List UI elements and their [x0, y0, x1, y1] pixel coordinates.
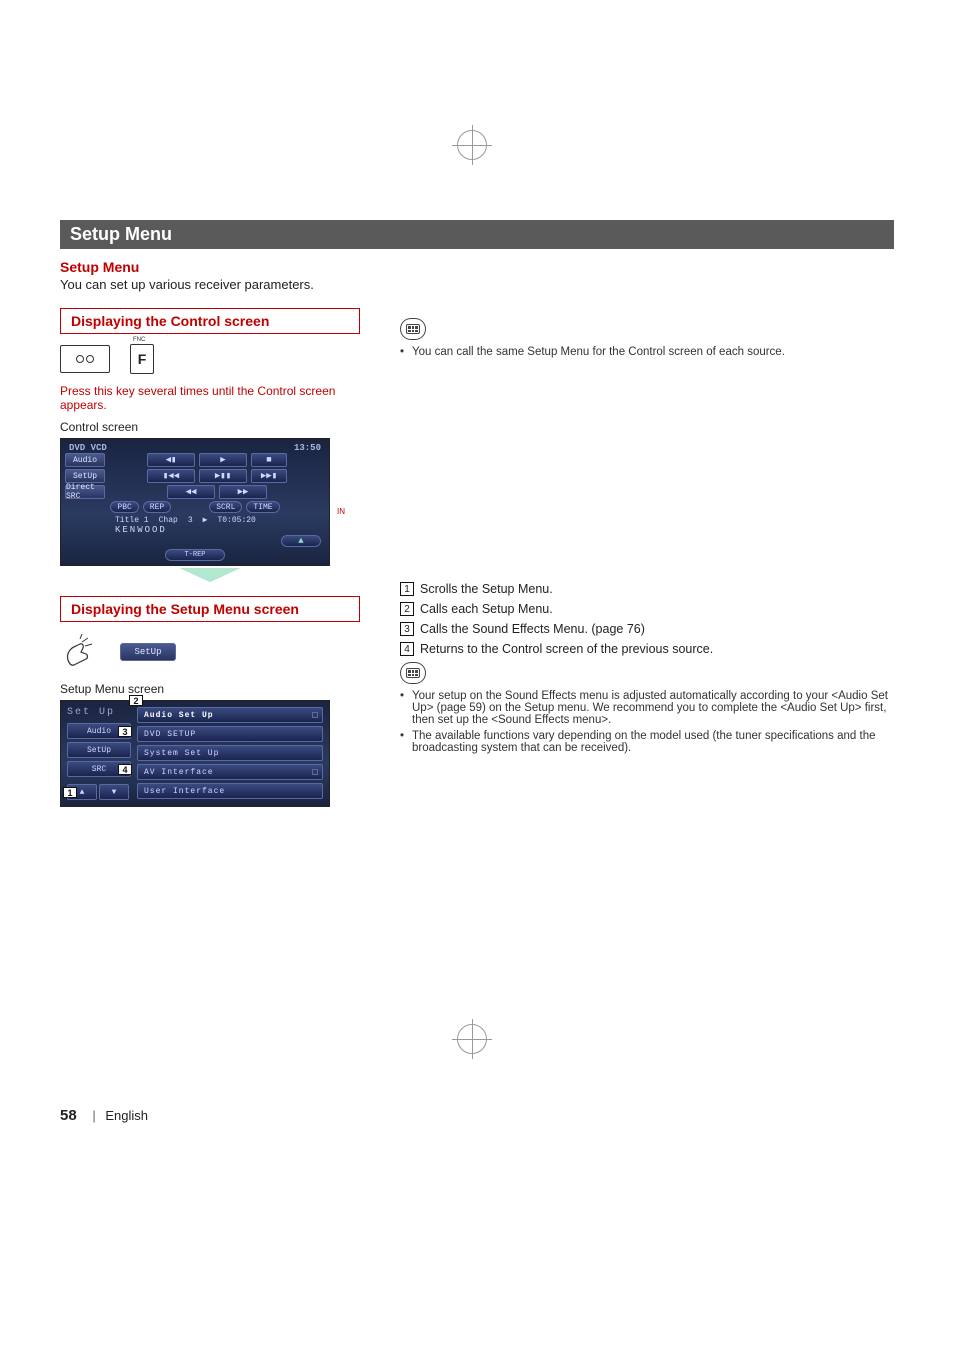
boxnum-1: 1 — [400, 582, 414, 596]
ctrl-stop[interactable]: ■ — [251, 453, 287, 467]
numtext-3: Calls the Sound Effects Menu. (page 76) — [420, 622, 894, 636]
side-btn-direct-src[interactable]: Direct SRC — [65, 485, 105, 499]
pill-time[interactable]: TIME — [246, 501, 279, 513]
ctrl-step-back[interactable]: ◀▮ — [147, 453, 195, 467]
section-bar: Setup Menu — [60, 220, 894, 249]
bottom-note-1: Your setup on the Sound Effects menu is … — [412, 690, 894, 726]
clock-label: 13:50 — [294, 443, 321, 453]
su-row-av-interface-label: AV Interface — [144, 768, 214, 777]
ctrl-play[interactable]: ▶ — [199, 453, 247, 467]
su-row-audio-setup[interactable]: Audio Set Up — [137, 707, 323, 723]
pill-pbc[interactable]: PBC — [110, 501, 138, 513]
pill-scrl[interactable]: SCRL — [209, 501, 242, 513]
ctrl-ffwd[interactable]: ▶▶ — [219, 485, 267, 499]
intro-text: You can set up various receiver paramete… — [60, 277, 894, 292]
bullet-icon: • — [400, 730, 412, 754]
callout-2: 2 — [129, 695, 143, 706]
side-btn-setup[interactable]: SetUp — [65, 469, 105, 483]
trep-pill[interactable]: T-REP — [165, 549, 225, 561]
su-scroll-down[interactable]: ▼ — [99, 784, 129, 800]
boxnum-2: 2 — [400, 602, 414, 616]
numtext-4: Returns to the Control screen of the pre… — [420, 642, 894, 656]
f-key-label: F — [138, 351, 147, 367]
subheading: Setup Menu — [60, 259, 894, 275]
ctrl-next[interactable]: ▶▶▮ — [251, 469, 287, 483]
panel-title-control: Displaying the Control screen — [60, 308, 360, 334]
page-number: 58 — [60, 1107, 77, 1124]
panel-title-setup: Displaying the Setup Menu screen — [60, 596, 360, 622]
su-left-audio[interactable]: Audio 3 — [67, 723, 131, 739]
eject-button[interactable]: ▲ — [281, 535, 321, 547]
su-left-src-label: SRC — [92, 765, 106, 774]
info-time: T0:05:20 — [217, 516, 255, 525]
bullet-icon: • — [400, 346, 412, 358]
note-icon-2 — [400, 662, 894, 690]
info-chap: Chap — [159, 516, 178, 525]
brand-label: KENWOOD — [65, 525, 325, 535]
fnc-label: FNC — [133, 337, 145, 343]
ctrl-pause[interactable]: ▶▮▮ — [199, 469, 247, 483]
callout-3: 3 — [118, 726, 132, 737]
note-icon — [400, 318, 894, 346]
setup-chip[interactable]: SetUp — [120, 643, 176, 661]
info-play-icon: ▶ — [203, 515, 208, 525]
control-screen-label: Control screen — [60, 420, 360, 434]
ctrl-prev[interactable]: ▮◀◀ — [147, 469, 195, 483]
numtext-1: Scrolls the Setup Menu. — [420, 582, 894, 596]
receiver-icon — [60, 345, 110, 373]
su-row-audio-setup-label: Audio Set Up — [144, 711, 214, 720]
page-language: English — [105, 1108, 148, 1123]
su-left-src[interactable]: SRC 4 — [67, 761, 131, 777]
su-row-av-interface[interactable]: AV Interface — [137, 764, 323, 780]
top-note-1: You can call the same Setup Menu for the… — [412, 346, 785, 358]
boxnum-3: 3 — [400, 622, 414, 636]
info-title: Title 1 — [115, 516, 149, 525]
su-row-dvd-setup[interactable]: DVD SETUP — [137, 726, 323, 742]
info-num: 3 — [188, 516, 193, 525]
ctrl-rew[interactable]: ◀◀ — [167, 485, 215, 499]
su-header: Set Up — [67, 707, 131, 718]
su-left-setup[interactable]: SetUp — [67, 742, 131, 758]
side-btn-audio[interactable]: Audio — [65, 453, 105, 467]
callout-1: 1 — [63, 787, 77, 798]
setup-screen-label: Setup Menu screen — [60, 682, 360, 696]
fnc-key-icon: FNC F — [130, 344, 154, 374]
touch-hand-icon — [60, 632, 100, 672]
bullet-icon: • — [400, 690, 412, 726]
su-left-audio-label: Audio — [87, 727, 111, 736]
page-footer: 58 | English — [60, 1107, 894, 1124]
setup-menu-screen-mock: Set Up Audio 3 SetUp SRC 4 ▲ ▼ 1 — [60, 700, 330, 807]
bottom-note-2: The available functions vary depending o… — [412, 730, 894, 754]
boxnum-4: 4 — [400, 642, 414, 656]
su-row-system-setup[interactable]: System Set Up — [137, 745, 323, 761]
control-screen-mock: DVD VCD 13:50 Audio SetUp Direct SRC ◀▮ … — [60, 438, 330, 566]
flow-arrow-icon — [180, 568, 240, 582]
pill-rep[interactable]: REP — [143, 501, 171, 513]
source-label: DVD VCD — [69, 443, 107, 453]
callout-4: 4 — [118, 764, 132, 775]
su-row-user-interface[interactable]: User Interface — [137, 783, 323, 799]
numtext-2: Calls each Setup Menu. — [420, 602, 894, 616]
device-icon-row: FNC F — [60, 344, 360, 374]
in-indicator: IN — [337, 507, 345, 516]
control-instruction: Press this key several times until the C… — [60, 384, 360, 412]
